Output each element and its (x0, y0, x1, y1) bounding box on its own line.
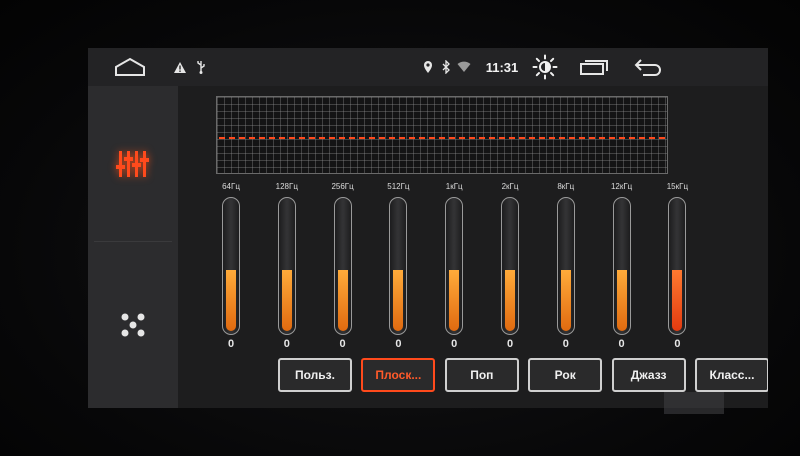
status-bar: 11:31 (88, 48, 768, 86)
band-gain-value: 0 (451, 338, 458, 350)
equalizer-icon (116, 150, 149, 177)
band-frequency-label: 8кГц (557, 182, 575, 191)
back-icon (634, 59, 661, 76)
eq-band-slider[interactable]: 1кГц 0 (439, 182, 469, 352)
slider-track[interactable] (612, 197, 631, 335)
slider-fill (505, 270, 515, 331)
head-unit-screen: 11:31 64Гц 0 128Гц 0 256Гц 0 512Гц 0 1кГ… (88, 48, 768, 408)
band-gain-value: 0 (395, 338, 402, 350)
slider-track[interactable] (501, 197, 519, 335)
eq-band-slider[interactable]: 2кГц 0 (495, 182, 525, 352)
slider-track[interactable] (668, 197, 687, 335)
preset-jazz-button[interactable]: Джазз (611, 358, 686, 392)
band-gain-value: 0 (227, 338, 235, 350)
eq-curve-graph (216, 96, 668, 174)
clock: 11:31 (485, 59, 519, 75)
band-frequency-label: 15кГц (666, 182, 689, 191)
preset-custom-button[interactable]: Польз. (278, 358, 352, 392)
brightness-button[interactable] (528, 48, 562, 86)
eq-band-slider[interactable]: 12кГц 0 (607, 182, 637, 352)
slider-fill (393, 270, 404, 331)
eq-band-slider[interactable]: 64Гц 0 (216, 182, 246, 352)
eq-band-slider[interactable]: 15кГц 0 (662, 182, 692, 352)
band-frequency-label: 1кГц (445, 182, 463, 191)
preset-classic-button[interactable]: Класс... (695, 358, 768, 392)
slider-track[interactable] (333, 197, 352, 335)
back-button[interactable] (628, 48, 668, 86)
recent-apps-icon (580, 60, 608, 75)
band-frequency-label: 128Гц (275, 182, 298, 191)
sidebar (88, 86, 178, 408)
eq-band-slider[interactable]: 512Гц 0 (383, 182, 413, 352)
tab-equalizer[interactable] (88, 86, 178, 241)
eq-band-slider[interactable]: 8кГц 0 (551, 182, 581, 352)
wifi-icon (456, 48, 472, 86)
eq-curve-line (219, 137, 665, 139)
eq-band-slider[interactable]: 128Гц 0 (272, 182, 302, 352)
band-frequency-label: 256Гц (331, 182, 354, 191)
band-gain-value: 0 (283, 338, 290, 350)
slider-fill (616, 270, 627, 331)
slider-track[interactable] (389, 197, 408, 335)
slider-track[interactable] (445, 197, 464, 335)
sticker-label (664, 392, 724, 414)
band-gain-value: 0 (562, 338, 569, 350)
band-gain-value: 0 (339, 338, 346, 350)
band-gain-value: 0 (618, 338, 625, 350)
band-frequency-label: 64Гц (222, 182, 240, 191)
sound-field-icon (121, 313, 145, 337)
usb-icon (194, 48, 208, 86)
home-button[interactable] (110, 48, 150, 86)
band-frequency-label: 2кГц (501, 182, 519, 191)
band-gain-value: 0 (674, 338, 681, 350)
recent-apps-button[interactable] (576, 48, 612, 86)
slider-fill (449, 270, 460, 331)
home-icon (115, 57, 145, 76)
band-frequency-label: 512Гц (387, 182, 410, 191)
location-icon (422, 48, 434, 86)
slider-fill (281, 270, 292, 331)
tab-sound-field[interactable] (88, 242, 178, 408)
brightness-icon (532, 54, 558, 80)
preset-flat-button[interactable]: Плоск... (361, 358, 436, 392)
slider-track[interactable] (556, 197, 575, 335)
preset-rock-button[interactable]: Рок (528, 358, 603, 392)
band-frequency-label: 12кГц (610, 182, 633, 191)
slider-fill (226, 270, 236, 331)
bluetooth-icon (440, 48, 452, 86)
slider-fill (560, 270, 571, 331)
slider-fill (672, 270, 683, 331)
preset-pop-button[interactable]: Поп (444, 358, 519, 392)
eq-band-slider[interactable]: 256Гц 0 (328, 182, 358, 352)
equalizer-panel: 64Гц 0 128Гц 0 256Гц 0 512Гц 0 1кГц 0 2кГц 0 8кГц 0 12… (178, 86, 768, 408)
warning-icon (172, 48, 188, 86)
slider-track[interactable] (222, 197, 240, 335)
slider-track[interactable] (277, 197, 296, 335)
slider-fill (337, 270, 348, 331)
band-gain-value: 0 (506, 338, 514, 350)
